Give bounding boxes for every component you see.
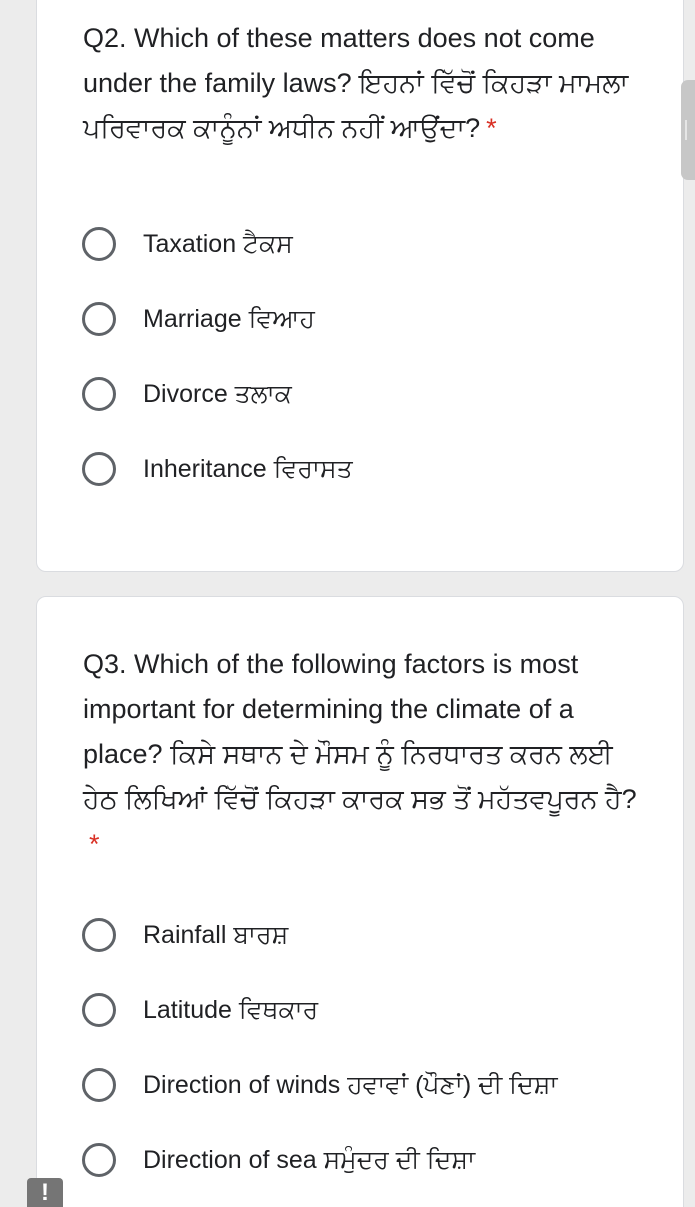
- exclamation-icon: !: [41, 1179, 49, 1206]
- scrollbar-thumb[interactable]: [681, 80, 695, 180]
- question-card-q2: Q2. Which of these matters does not come…: [36, 0, 684, 572]
- scrollbar-grip: [685, 120, 693, 140]
- option-taxation[interactable]: Taxation ਟੈਕਸ: [82, 224, 293, 264]
- radio-unchecked-icon[interactable]: [82, 452, 116, 486]
- option-label: Rainfall ਬਾਰਸ਼: [143, 920, 289, 949]
- option-label: Divorce ਤਲਾਕ: [143, 379, 292, 408]
- option-label: Taxation ਟੈਕਸ: [143, 229, 293, 258]
- report-button[interactable]: !: [27, 1178, 63, 1207]
- required-asterisk: *: [486, 113, 497, 143]
- option-latitude[interactable]: Latitude ਵਿਥਕਾਰ: [82, 990, 318, 1030]
- option-label: Inheritance ਵਿਰਾਸਤ: [143, 454, 353, 483]
- option-divorce[interactable]: Divorce ਤਲਾਕ: [82, 374, 292, 414]
- radio-unchecked-icon[interactable]: [82, 302, 116, 336]
- option-label: Direction of winds ਹਵਾਵਾਂ (ਪੌਣਾਂ) ਦੀ ਦਿਸ…: [143, 1070, 558, 1099]
- question-title-q2: Q2. Which of these matters does not come…: [83, 23, 629, 143]
- option-marriage[interactable]: Marriage ਵਿਆਹ: [82, 299, 315, 339]
- radio-unchecked-icon[interactable]: [82, 227, 116, 261]
- form-page: Q2. Which of these matters does not come…: [0, 0, 695, 1207]
- required-asterisk: *: [89, 829, 100, 859]
- option-direction-of-sea[interactable]: Direction of sea ਸਮੁੰਦਰ ਦੀ ਦਿਸ਼ਾ: [82, 1140, 475, 1180]
- option-label: Marriage ਵਿਆਹ: [143, 304, 315, 333]
- option-rainfall[interactable]: Rainfall ਬਾਰਸ਼: [82, 915, 288, 955]
- radio-unchecked-icon[interactable]: [82, 377, 116, 411]
- question-title-q3: Q3. Which of the following factors is mo…: [83, 649, 637, 859]
- option-inheritance[interactable]: Inheritance ਵਿਰਾਸਤ: [82, 449, 353, 489]
- radio-unchecked-icon[interactable]: [82, 993, 116, 1027]
- option-direction-of-winds[interactable]: Direction of winds ਹਵਾਵਾਂ (ਪੌਣਾਂ) ਦੀ ਦਿਸ…: [82, 1065, 558, 1105]
- question-card-q3: Q3. Which of the following factors is mo…: [36, 596, 684, 1207]
- radio-unchecked-icon[interactable]: [82, 1068, 116, 1102]
- option-label: Latitude ਵਿਥਕਾਰ: [143, 995, 319, 1024]
- option-label: Direction of sea ਸਮੁੰਦਰ ਦੀ ਦਿਸ਼ਾ: [143, 1145, 476, 1174]
- radio-unchecked-icon[interactable]: [82, 918, 116, 952]
- radio-unchecked-icon[interactable]: [82, 1143, 116, 1177]
